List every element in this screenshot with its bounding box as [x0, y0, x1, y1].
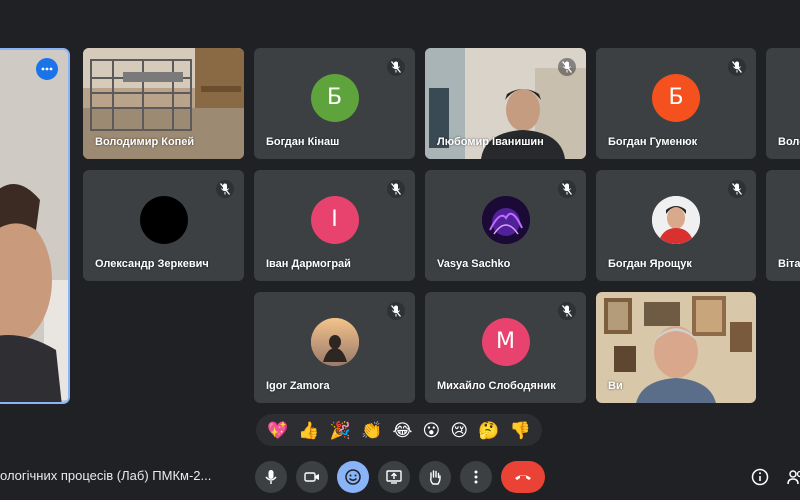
mic-off-icon — [562, 305, 572, 317]
participant-tile[interactable]: Воло — [766, 48, 800, 159]
participant-name: Іван Дармограй — [266, 258, 351, 270]
avatar-image — [310, 317, 359, 366]
raise-hand-button[interactable] — [419, 461, 451, 493]
reactions-button[interactable] — [337, 461, 369, 493]
microphone-button[interactable] — [255, 461, 287, 493]
mic-off-indicator — [558, 302, 576, 320]
participant-tile[interactable]: М Михайло Слободяник — [425, 292, 586, 403]
present-icon — [386, 470, 402, 484]
participant-name: Володимир Копей — [95, 136, 195, 148]
participant-tile[interactable]: Б Богдан Гуменюк — [596, 48, 756, 159]
reaction-sad[interactable]: 😢 — [450, 422, 468, 439]
mic-off-indicator — [558, 58, 576, 76]
avatar-image — [481, 195, 530, 244]
people-button[interactable] — [784, 465, 800, 489]
reaction-heart[interactable]: 💖 — [267, 422, 288, 439]
reaction-clap[interactable]: 👏 — [361, 422, 382, 439]
mic-off-indicator — [387, 180, 405, 198]
participant-tile[interactable]: Віта — [766, 170, 800, 281]
camera-button[interactable] — [296, 461, 328, 493]
participant-name: Олександр Зеркевич — [95, 258, 209, 270]
participant-avatar: М — [481, 317, 530, 366]
participant-tile[interactable]: Igor Zamora — [254, 292, 415, 403]
mic-off-indicator — [216, 180, 234, 198]
participant-avatar: Б — [310, 73, 359, 122]
meeting-title: ологічних процесів (Лаб) ПМКм-2... — [0, 468, 212, 483]
mic-off-indicator — [728, 180, 746, 198]
mic-off-icon — [732, 61, 742, 73]
reaction-thumbs-down[interactable]: 👎 — [510, 422, 531, 439]
meeting-details-button[interactable] — [748, 465, 772, 489]
participant-name: Віта — [778, 258, 800, 270]
participant-tile[interactable]: Володимир Копей — [83, 48, 244, 159]
mic-off-icon — [391, 61, 401, 73]
mic-off-indicator — [558, 180, 576, 198]
participant-name: Богдан Гуменюк — [608, 136, 698, 148]
info-icon — [751, 468, 769, 486]
participant-name: Vasya Sachko — [437, 258, 511, 270]
emoji-icon — [345, 469, 361, 485]
participant-avatar — [652, 195, 700, 244]
participant-name: Ви — [608, 380, 623, 392]
hand-icon — [430, 470, 441, 485]
camera-icon — [304, 472, 319, 482]
more-options-button[interactable] — [36, 58, 58, 80]
mic-off-icon — [391, 305, 401, 317]
reaction-laugh[interactable]: 😂 — [392, 422, 412, 439]
reaction-thinking[interactable]: 🤔 — [478, 422, 499, 439]
participant-name: Богдан Кінаш — [266, 136, 340, 148]
participant-name: Воло — [778, 136, 800, 148]
participant-avatar: Б — [652, 73, 700, 122]
participant-name: Михайло Слободяник — [437, 380, 556, 392]
participant-tile[interactable]: Любомир Іванишин — [425, 48, 586, 159]
participant-avatar — [310, 317, 359, 366]
microphone-icon — [265, 470, 277, 484]
participant-tile[interactable]: Богдан Ярощук — [596, 170, 756, 281]
participant-tile[interactable]: Ви — [596, 292, 756, 403]
reactions-bar: 💖 👍 🎉 👏 😂 😮 😢 🤔 👎 — [256, 414, 542, 446]
mic-off-icon — [220, 183, 230, 195]
mic-off-icon — [562, 61, 572, 73]
mic-off-indicator — [728, 58, 746, 76]
self-video-feed — [0, 50, 68, 402]
leave-call-button[interactable] — [501, 461, 545, 493]
reaction-party[interactable]: 🎉 — [330, 422, 351, 439]
more-options-button[interactable] — [460, 461, 492, 493]
mic-off-icon — [562, 183, 572, 195]
more-horizontal-icon — [41, 67, 53, 71]
mic-off-icon — [732, 183, 742, 195]
hang-up-icon — [515, 475, 531, 480]
reaction-thumbs-up[interactable]: 👍 — [298, 422, 319, 439]
participant-tile[interactable]: Б Богдан Кінаш — [254, 48, 415, 159]
present-screen-button[interactable] — [378, 461, 410, 493]
participant-avatar: І — [310, 195, 359, 244]
mic-off-indicator — [387, 58, 405, 76]
participant-tile[interactable]: Vasya Sachko — [425, 170, 586, 281]
people-icon — [787, 470, 800, 485]
mic-off-icon — [391, 183, 401, 195]
self-view-tile[interactable]: s — [0, 48, 70, 404]
reaction-surprised[interactable]: 😮 — [423, 422, 441, 439]
participant-avatar — [139, 195, 188, 244]
participant-avatar — [481, 195, 530, 244]
participant-name: Богдан Ярощук — [608, 258, 692, 270]
participant-tile[interactable]: І Іван Дармограй — [254, 170, 415, 281]
avatar-image — [652, 195, 700, 244]
participant-name: Igor Zamora — [266, 380, 330, 392]
participant-tile[interactable]: Олександр Зеркевич — [83, 170, 244, 281]
more-vertical-icon — [474, 470, 478, 484]
participant-name: Любомир Іванишин — [437, 136, 544, 148]
mic-off-indicator — [387, 302, 405, 320]
